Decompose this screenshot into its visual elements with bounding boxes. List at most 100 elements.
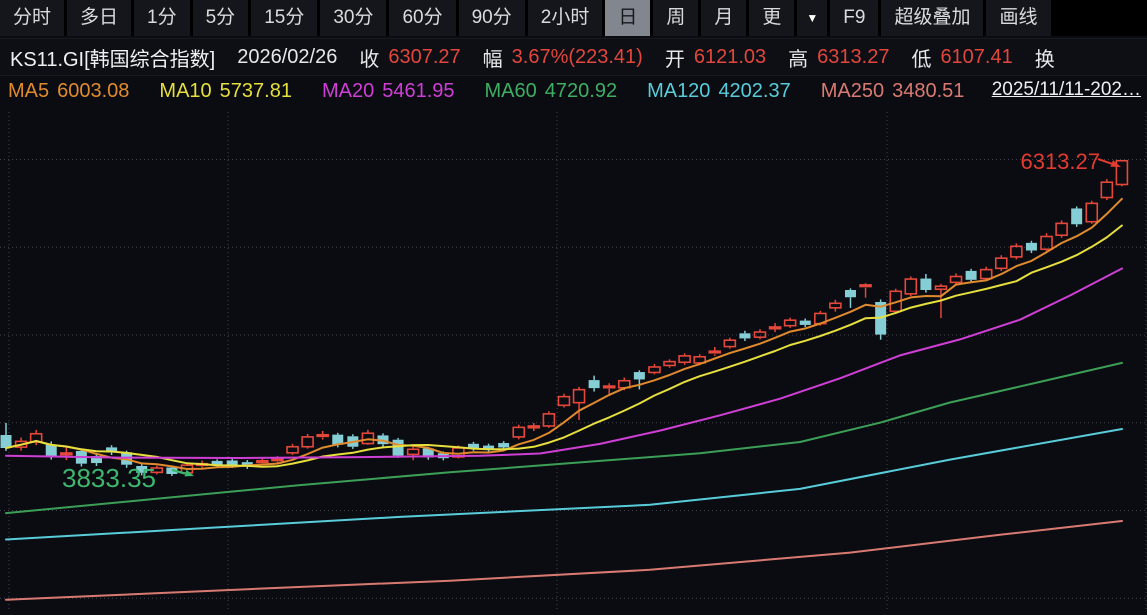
- high-price-label: 6313.27: [1020, 149, 1100, 174]
- tab-more[interactable]: 更: [749, 0, 794, 36]
- quote-field-value: 6121.03: [694, 46, 766, 69]
- candle-up: [951, 276, 962, 282]
- ma-label: MA20: [322, 80, 374, 103]
- candle-down: [46, 445, 57, 457]
- candle-up: [1011, 246, 1022, 257]
- ma5-line: [6, 199, 1122, 469]
- ma10-line: [6, 226, 1122, 467]
- candle-up: [709, 351, 720, 353]
- ma-legend-bar: MA5 6003.08 MA10 5737.81 MA20 5461.95 MA60 4720…: [0, 76, 1147, 106]
- quote-field: 收6307.27: [359, 43, 460, 72]
- candle-up: [61, 453, 72, 455]
- quote-date: 2026/02/26: [237, 46, 337, 69]
- dropdown-arrow-icon[interactable]: ▼: [797, 0, 827, 36]
- candle-up: [724, 340, 735, 346]
- candle-down: [966, 271, 977, 280]
- tab-15min[interactable]: 15分: [251, 0, 317, 36]
- candle-up: [935, 286, 946, 289]
- ma-label: MA120: [647, 80, 710, 103]
- quote-field: 高 6313.27: [788, 43, 889, 72]
- candle-up: [1116, 161, 1127, 185]
- tab-week[interactable]: 周: [653, 0, 698, 36]
- date-range-link[interactable]: 2025/11/11-202…: [984, 79, 1141, 101]
- low-price-label: 3833.35: [62, 463, 156, 493]
- ma-label: MA250: [821, 80, 884, 103]
- ma250-line: [6, 521, 1122, 600]
- candle-up: [679, 356, 690, 362]
- candle-up: [1101, 182, 1112, 197]
- tab-30min[interactable]: 30分: [320, 0, 386, 36]
- candle-up: [604, 386, 615, 388]
- quote-field-label: 开: [665, 43, 685, 72]
- tab-duori[interactable]: 多日: [67, 0, 131, 36]
- candle-up: [558, 397, 569, 406]
- ma-label: MA60: [485, 80, 537, 103]
- candle-up: [830, 303, 841, 308]
- tab-2hour[interactable]: 2小时: [528, 0, 603, 36]
- candle-up: [770, 327, 781, 329]
- chart-canvas[interactable]: 6313.27 3833.35: [0, 108, 1147, 610]
- candle-up: [785, 320, 796, 325]
- quote-field: 换: [1035, 43, 1064, 72]
- candle-up: [543, 414, 554, 426]
- candle-down: [739, 333, 750, 338]
- candle-down: [920, 279, 931, 290]
- quote-field-label: 高: [788, 43, 808, 72]
- candlestick-chart[interactable]: 6313.27 3833.35: [0, 108, 1147, 610]
- tab-super-overlay[interactable]: 超级叠加: [881, 0, 983, 36]
- ma-value: 5461.95: [382, 80, 454, 103]
- tab-month[interactable]: 月: [701, 0, 746, 36]
- ma-value: 4202.37: [718, 80, 790, 103]
- quote-fields: 收6307.27 幅 3.67%(223.41) 开 6121.03 高 6313.27 低6…: [359, 43, 1063, 72]
- candle-down: [393, 440, 404, 456]
- ma-value: 6003.08: [57, 80, 129, 103]
- ma-label: MA10: [159, 80, 211, 103]
- ma-legend-ma250: MA250 3480.51: [821, 80, 965, 103]
- period-toolbar: 分时多日1分5分15分30分60分90分2小时日周月更▼F9超级叠加画线: [0, 0, 1147, 36]
- quote-field-value: 6313.27: [817, 46, 889, 69]
- quote-field-label: 幅: [483, 43, 503, 72]
- candle-up: [860, 285, 871, 287]
- tab-fenshi[interactable]: 分时: [0, 0, 64, 36]
- tab-draw-line[interactable]: 画线: [986, 0, 1050, 36]
- candle-up: [317, 435, 328, 437]
- candle-down: [800, 321, 811, 325]
- ma-value: 3480.51: [892, 80, 964, 103]
- ma-legend-ma20: MA20 5461.95: [322, 80, 455, 103]
- candle-up: [905, 279, 916, 294]
- quote-field-label: 收: [359, 43, 379, 72]
- quote-field: 低 6107.41: [911, 43, 1012, 72]
- tab-90min[interactable]: 90分: [459, 0, 525, 36]
- quote-field-value: 3.67%(223.41): [512, 46, 643, 69]
- ma-value: 5737.81: [220, 80, 292, 103]
- candle-up: [272, 459, 283, 461]
- candle-down: [845, 290, 856, 297]
- quote-info-bar: KS11.GI[韩国综合指数] 2026/02/26 收6307.27幅3.67…: [0, 38, 1147, 76]
- quote-field-label: 换: [1035, 43, 1055, 72]
- candle-up: [574, 390, 585, 403]
- ma-value: 4720.92: [545, 80, 617, 103]
- candle-up: [513, 427, 524, 437]
- ma-label: MA5: [8, 80, 49, 103]
- candle-down: [1026, 243, 1037, 251]
- candle-up: [1041, 236, 1052, 249]
- candle-down: [1071, 208, 1082, 224]
- quote-field: 幅 3.67%(223.41): [483, 43, 643, 72]
- tab-f9[interactable]: F9: [830, 0, 878, 36]
- quote-field-value: 6107.41: [940, 46, 1012, 69]
- candle-down: [498, 443, 509, 447]
- ma-legend-ma5: MA5 6003.08: [8, 80, 129, 103]
- candle-up: [1056, 223, 1067, 235]
- quote-field-label: 低: [911, 43, 931, 72]
- tab-5min[interactable]: 5分: [193, 0, 249, 36]
- quote-field: 开 6121.03: [665, 43, 766, 72]
- candle-up: [302, 437, 313, 447]
- tab-60min[interactable]: 60分: [389, 0, 455, 36]
- candle-up: [528, 426, 539, 428]
- tab-day[interactable]: 日: [605, 0, 650, 36]
- candle-up: [996, 258, 1007, 268]
- tab-1min[interactable]: 1分: [134, 0, 190, 36]
- candle-up: [257, 461, 268, 463]
- candle-down: [589, 380, 600, 388]
- ma-legend-ma60: MA60 4720.92: [485, 80, 618, 103]
